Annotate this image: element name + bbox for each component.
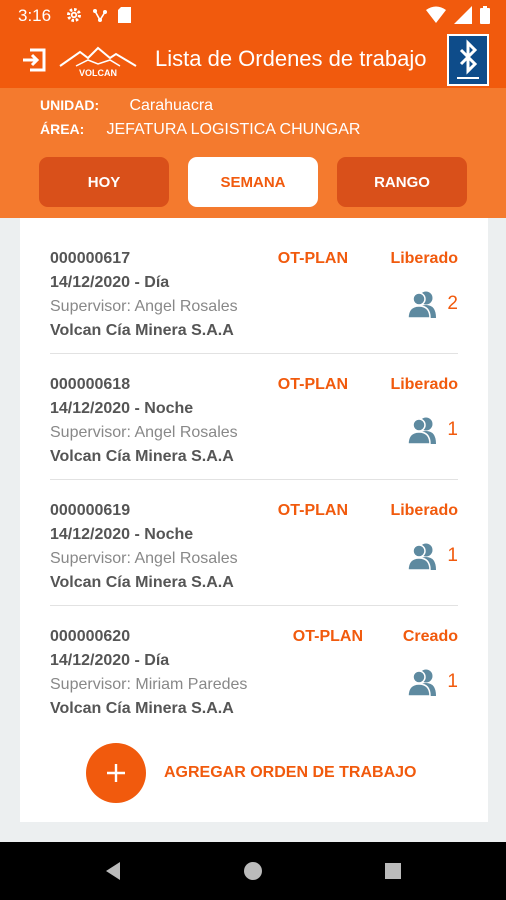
order-item[interactable]: 000000619 14/12/2020 - Noche Supervisor:… [50, 480, 458, 606]
people-icon [407, 417, 437, 444]
order-people: 1 [407, 416, 458, 444]
home-icon[interactable] [242, 860, 264, 882]
order-date: 14/12/2020 - Noche [50, 400, 194, 417]
unit-label: UNIDAD: [40, 97, 100, 113]
info-panel: UNIDAD: Carahuacra ÁREA: JEFATURA LOGIST… [0, 88, 506, 218]
bluetooth-button[interactable] [447, 34, 489, 86]
signal-icon [454, 6, 472, 24]
order-number: 000000618 [50, 376, 131, 393]
order-supervisor: Supervisor: Angel Rosales [50, 424, 238, 441]
recents-icon[interactable] [382, 860, 404, 882]
status-bar: 3:16 [0, 0, 506, 32]
plus-icon [107, 764, 125, 782]
wifi-icon [426, 6, 446, 23]
order-company: Volcan Cía Minera S.A.A [50, 322, 234, 339]
gear-icon [67, 8, 81, 22]
order-company: Volcan Cía Minera S.A.A [50, 574, 234, 591]
order-people-count: 1 [447, 419, 458, 440]
order-supervisor: Supervisor: Angel Rosales [50, 298, 238, 315]
area-row: ÁREA: JEFATURA LOGISTICA CHUNGAR [40, 121, 360, 139]
order-company: Volcan Cía Minera S.A.A [50, 700, 234, 717]
area-value: JEFATURA LOGISTICA CHUNGAR [106, 121, 361, 138]
order-type: OT-PLAN [277, 250, 348, 267]
order-number: 000000617 [50, 250, 131, 267]
order-item[interactable]: 000000620 14/12/2020 - Día Supervisor: M… [50, 606, 458, 732]
orders-card: 000000617 14/12/2020 - Día Supervisor: A… [20, 218, 488, 822]
app-bar: VOLCAN Lista de Ordenes de trabajo [0, 32, 506, 88]
page-title: Lista de Ordenes de trabajo [155, 46, 427, 71]
order-status: Liberado [390, 250, 458, 267]
navigation-bar [0, 842, 506, 900]
battery-icon [480, 6, 490, 24]
order-people: 1 [407, 668, 458, 696]
order-date: 14/12/2020 - Noche [50, 526, 194, 543]
add-order-row[interactable]: AGREGAR ORDEN DE TRABAJO [86, 743, 416, 803]
order-status: Liberado [390, 502, 458, 519]
order-people: 1 [407, 542, 458, 570]
order-type: OT-PLAN [277, 376, 348, 393]
filter-week-button[interactable]: SEMANA [188, 157, 318, 207]
back-icon[interactable] [102, 860, 124, 882]
order-people-count: 2 [447, 293, 458, 314]
add-order-button[interactable] [86, 743, 146, 803]
order-date: 14/12/2020 - Día [50, 652, 170, 669]
order-company: Volcan Cía Minera S.A.A [50, 448, 234, 465]
people-icon [407, 291, 437, 318]
order-number: 000000619 [50, 502, 131, 519]
order-number: 000000620 [50, 628, 131, 645]
order-type: OT-PLAN [277, 502, 348, 519]
area-label: ÁREA: [40, 121, 85, 137]
usb-icon [93, 9, 107, 22]
people-icon [407, 543, 437, 570]
add-order-label[interactable]: AGREGAR ORDEN DE TRABAJO [164, 764, 416, 782]
sd-card-icon [118, 7, 131, 23]
bluetooth-icon [457, 39, 479, 79]
exit-icon[interactable] [20, 46, 48, 74]
logo-text: VOLCAN [79, 68, 117, 78]
unit-value: Carahuacra [129, 97, 214, 114]
order-item[interactable]: 000000618 14/12/2020 - Noche Supervisor:… [50, 354, 458, 480]
people-icon [407, 669, 437, 696]
order-supervisor: Supervisor: Miriam Paredes [50, 676, 248, 693]
filter-today-button[interactable]: HOY [39, 157, 169, 207]
status-time: 3:16 [18, 6, 52, 25]
unit-row: UNIDAD: Carahuacra [40, 97, 213, 115]
volcan-logo: VOLCAN [59, 46, 137, 78]
order-people: 2 [407, 290, 458, 318]
order-supervisor: Supervisor: Angel Rosales [50, 550, 238, 567]
order-people-count: 1 [447, 671, 458, 692]
order-date: 14/12/2020 - Día [50, 274, 170, 291]
order-status: Creado [402, 628, 458, 645]
order-people-count: 1 [447, 545, 458, 566]
order-status: Liberado [390, 376, 458, 393]
filter-range-button[interactable]: RANGO [337, 157, 467, 207]
order-type: OT-PLAN [292, 628, 363, 645]
order-item[interactable]: 000000617 14/12/2020 - Día Supervisor: A… [50, 228, 458, 354]
